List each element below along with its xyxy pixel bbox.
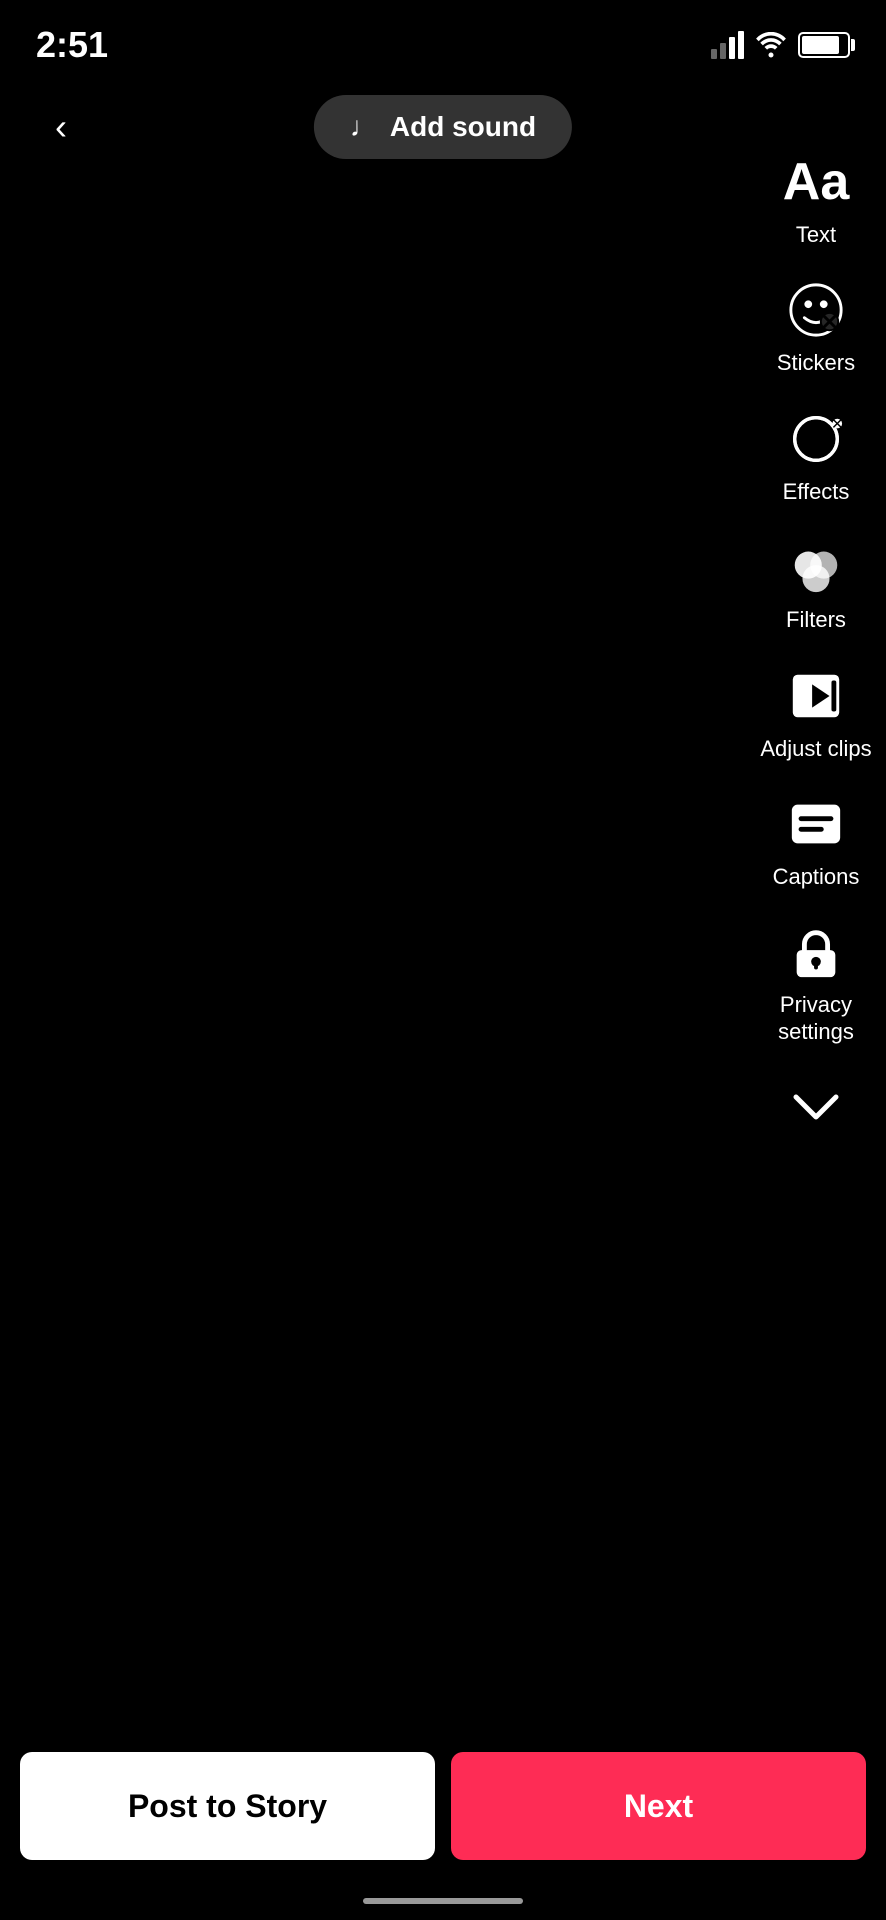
post-story-label: Post to Story	[128, 1788, 327, 1825]
text-icon: Aa	[784, 150, 848, 214]
effects-tool-button[interactable]: Effects	[766, 407, 866, 505]
adjust-clips-icon	[784, 664, 848, 728]
effects-label: Effects	[783, 479, 850, 505]
top-toolbar: ‹ ♩ Add sound	[0, 72, 886, 182]
status-bar: 2:51	[0, 0, 886, 72]
stickers-label: Stickers	[777, 350, 855, 376]
add-sound-button[interactable]: ♩ Add sound	[314, 95, 572, 159]
filters-label: Filters	[786, 607, 846, 633]
right-toolbar: Aa Text Stickers	[766, 150, 866, 1147]
signal-icon	[711, 31, 744, 59]
back-chevron-icon: ‹	[55, 109, 67, 145]
more-options-button[interactable]	[766, 1075, 866, 1147]
captions-icon	[784, 792, 848, 856]
text-tool-button[interactable]: Aa Text	[766, 150, 866, 248]
wifi-icon	[754, 32, 788, 58]
adjust-clips-label: Adjust clips	[760, 736, 871, 762]
next-label: Next	[624, 1788, 693, 1825]
chevron-down-icon	[784, 1075, 848, 1139]
captions-tool-button[interactable]: Captions	[766, 792, 866, 890]
adjust-clips-tool-button[interactable]: Adjust clips	[766, 664, 866, 762]
stickers-icon	[784, 278, 848, 342]
music-note-icon: ♩	[350, 111, 378, 143]
privacy-icon	[784, 920, 848, 984]
next-button[interactable]: Next	[451, 1752, 866, 1860]
status-icons	[711, 31, 850, 59]
battery-icon	[798, 32, 850, 58]
home-indicator	[363, 1898, 523, 1904]
post-to-story-button[interactable]: Post to Story	[20, 1752, 435, 1860]
stickers-tool-button[interactable]: Stickers	[766, 278, 866, 376]
captions-label: Captions	[773, 864, 860, 890]
effects-icon	[784, 407, 848, 471]
status-time: 2:51	[36, 24, 108, 66]
add-sound-label: Add sound	[390, 111, 536, 143]
privacy-settings-label: Privacysettings	[778, 992, 854, 1045]
privacy-settings-tool-button[interactable]: Privacysettings	[766, 920, 866, 1045]
back-button[interactable]: ‹	[36, 102, 86, 152]
filters-tool-button[interactable]: Filters	[766, 535, 866, 633]
text-label: Text	[796, 222, 836, 248]
filters-icon	[784, 535, 848, 599]
bottom-buttons: Post to Story Next	[0, 1752, 886, 1860]
